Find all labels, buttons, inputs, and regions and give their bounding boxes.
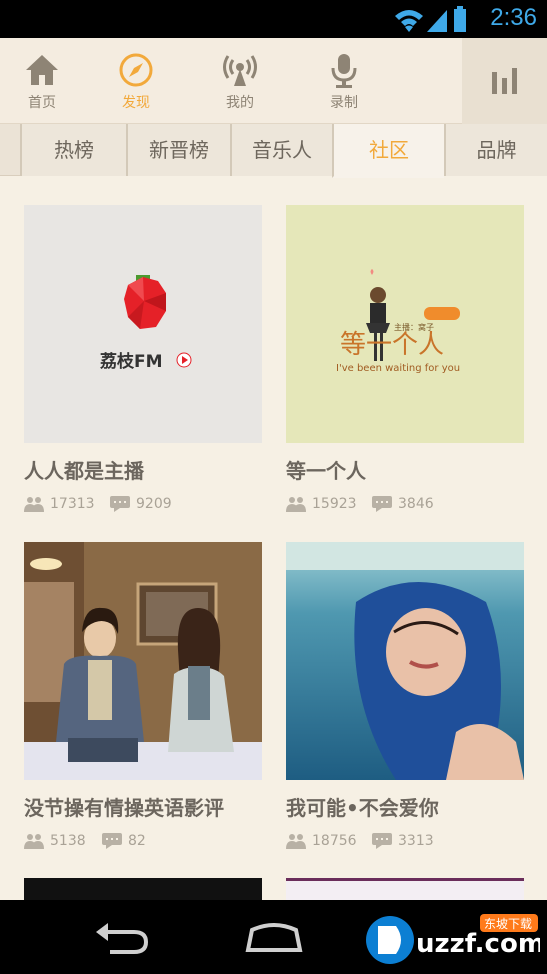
- comment-icon: [110, 496, 130, 512]
- back-icon[interactable]: [92, 918, 152, 958]
- community-card[interactable]: 没节操有情操英语影评 5138 82: [24, 542, 262, 851]
- card-cover: 主播：窝子 等一个人 I've been waiting for you: [286, 205, 524, 443]
- card-title: 人人都是主播: [24, 459, 144, 483]
- status-icons: [395, 6, 466, 32]
- cover-photo-movie-couple: [24, 542, 262, 780]
- nav-label-mine: 我的: [226, 95, 254, 111]
- members-count: 18756: [312, 833, 357, 849]
- card-stats: 15923 3846: [286, 494, 524, 514]
- members-icon: [24, 497, 44, 512]
- community-card[interactable]: 主播：窝子 等一个人 I've been waiting for you 等一个…: [286, 205, 524, 514]
- comments-count: 3313: [398, 833, 434, 849]
- card-cover: [286, 542, 524, 780]
- microphone-icon: [331, 54, 357, 88]
- card-stats: 5138 82: [24, 831, 262, 851]
- members-icon: [286, 834, 306, 849]
- community-card[interactable]: 我可能•不会爱你 18756 3313: [286, 542, 524, 851]
- lizhi-logo: 荔枝FM: [99, 275, 192, 372]
- nav-item-discover[interactable]: 发现: [96, 38, 176, 124]
- tab-brand[interactable]: 品牌: [444, 124, 547, 176]
- cover-art-waiting: 主播：窝子 等一个人 I've been waiting for you: [336, 269, 460, 374]
- nav-label-home: 首页: [28, 95, 56, 111]
- ranking-menu-button[interactable]: [462, 38, 547, 124]
- card-cover: [24, 542, 262, 780]
- comment-icon: [372, 496, 392, 512]
- broadcast-icon: [223, 55, 257, 86]
- members-count: 5138: [50, 833, 86, 849]
- cover-photo-underwater: [286, 542, 524, 780]
- top-nav: 首页 发现 我的 录制: [0, 38, 547, 124]
- tab-new[interactable]: 新晋榜: [126, 124, 230, 176]
- category-tabs: 热榜 新晋榜 音乐人 社区 品牌: [0, 124, 547, 178]
- watermark-logo: uzzf.com 东坡下载: [366, 914, 540, 964]
- comment-icon: [372, 833, 392, 849]
- bars-icon: [492, 68, 517, 94]
- compass-icon: [119, 53, 153, 87]
- battery-icon: [454, 6, 466, 32]
- tab-community[interactable]: 社区: [332, 124, 444, 178]
- signal-icon: [427, 10, 447, 32]
- nav-label-discover: 发现: [122, 95, 150, 111]
- card-cover: 荔枝FM: [24, 205, 262, 443]
- tab-hot[interactable]: 热榜: [20, 124, 126, 176]
- card-title: 没节操有情操英语影评: [24, 796, 224, 820]
- card-title: 等一个人: [286, 459, 366, 483]
- nav-item-mine[interactable]: 我的: [200, 38, 280, 124]
- nav-item-record[interactable]: 录制: [304, 38, 384, 124]
- svg-text:等一个人: 等一个人: [340, 330, 444, 360]
- svg-text:uzzf.com: uzzf.com: [416, 929, 540, 959]
- community-card[interactable]: 荔枝FM 人人都是主播 17313 9209: [24, 205, 262, 514]
- card-stats: 18756 3313: [286, 831, 524, 851]
- members-icon: [286, 497, 306, 512]
- members-count: 15923: [312, 496, 357, 512]
- status-bar: 2:36: [0, 0, 547, 38]
- card-stats: 17313 9209: [24, 494, 262, 514]
- nav-item-home[interactable]: 首页: [2, 38, 82, 124]
- comment-icon: [102, 833, 122, 849]
- comments-count: 3846: [398, 496, 434, 512]
- svg-text:荔枝FM: 荔枝FM: [99, 351, 163, 372]
- clock: 2:36: [490, 4, 537, 31]
- system-nav-bar: uzzf.com 东坡下载: [0, 900, 547, 974]
- members-count: 17313: [50, 496, 95, 512]
- comments-count: 82: [128, 833, 146, 849]
- svg-text:东坡下载: 东坡下载: [484, 917, 532, 931]
- svg-text:I've been waiting for you: I've been waiting for you: [336, 363, 460, 374]
- next-card-cover[interactable]: [286, 878, 524, 900]
- tab-musicians[interactable]: 音乐人: [230, 124, 332, 176]
- home-nav-icon[interactable]: [244, 918, 304, 958]
- members-icon: [24, 834, 44, 849]
- wifi-icon: [395, 10, 423, 32]
- comments-count: 9209: [136, 496, 172, 512]
- home-icon: [26, 55, 58, 85]
- card-title: 我可能•不会爱你: [286, 796, 439, 820]
- next-card-cover[interactable]: [24, 878, 262, 900]
- nav-label-record: 录制: [330, 95, 358, 111]
